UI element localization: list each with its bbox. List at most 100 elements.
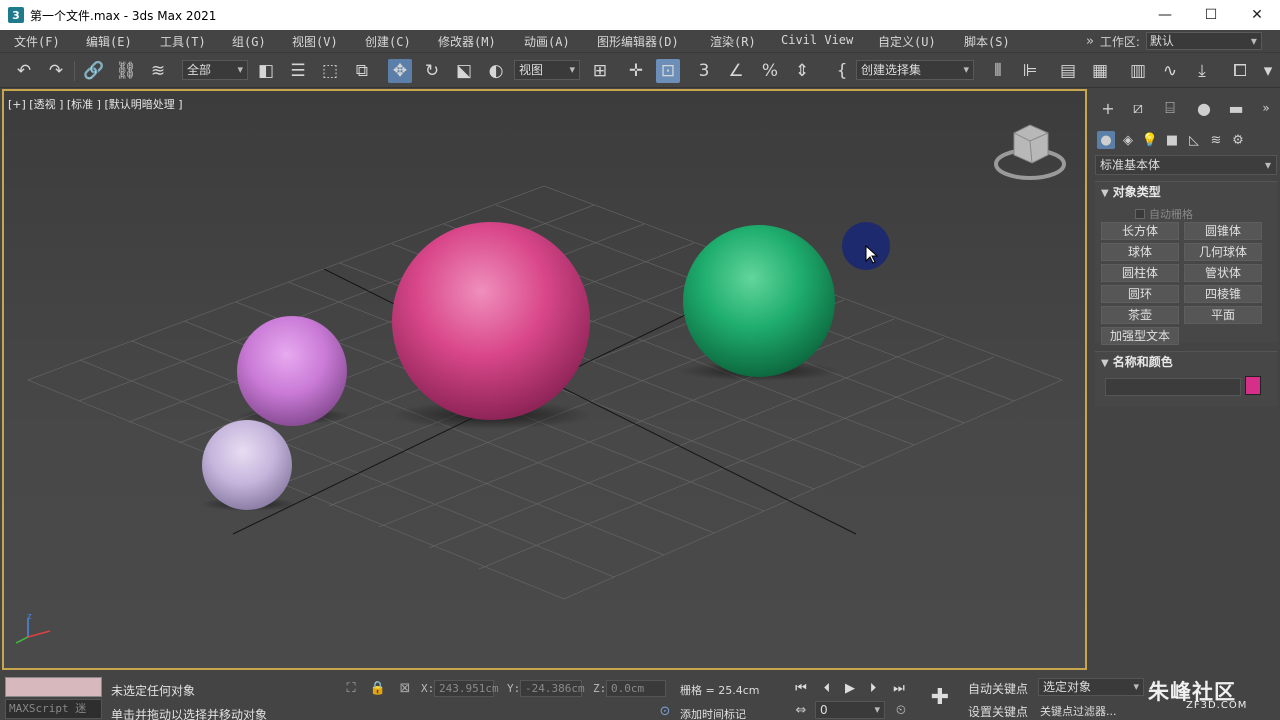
systems-icon[interactable]: ⚙	[1229, 131, 1247, 149]
select-manipulate-icon[interactable]: ✛	[624, 59, 648, 83]
shapes-icon[interactable]: ◈	[1119, 131, 1137, 149]
window-crossing-icon[interactable]: ⧉	[350, 59, 374, 83]
time-config-icon[interactable]: ⏲	[892, 701, 910, 719]
select-and-place-icon[interactable]: ◐	[484, 59, 508, 83]
named-selection-edit-icon[interactable]: {	[830, 59, 854, 83]
menu-tools[interactable]: 工具(T)	[160, 33, 206, 50]
lights-icon[interactable]: 💡	[1141, 131, 1159, 149]
select-by-name-icon[interactable]: ☰	[286, 59, 310, 83]
cone-button[interactable]: 圆锥体	[1184, 222, 1262, 240]
tube-button[interactable]: 管状体	[1184, 264, 1262, 282]
menu-animation[interactable]: 动画(A)	[524, 33, 570, 50]
sphere-button[interactable]: 球体	[1101, 243, 1179, 261]
viewport-label[interactable]: [+] [透视 ] [标准 ] [默认明暗处理 ]	[8, 96, 183, 112]
align-icon[interactable]: ⊫	[1018, 59, 1042, 83]
auto-key-button[interactable]: 自动关键点	[968, 680, 1028, 697]
next-frame-icon[interactable]: ⏵	[864, 679, 882, 697]
set-key-button[interactable]: 设置关键点	[968, 703, 1028, 720]
sphere-green[interactable]	[683, 225, 835, 377]
geometry-icon[interactable]: ●	[1097, 131, 1115, 149]
y-coordinate-field[interactable]: -24.386cm	[520, 680, 585, 697]
add-time-tag[interactable]: 添加时间标记	[680, 706, 746, 720]
x-coordinate-field[interactable]: 243.951cm	[434, 680, 499, 697]
current-frame-spinner[interactable]: 0	[815, 701, 885, 719]
object-name-field[interactable]	[1105, 378, 1241, 396]
perspective-viewport[interactable]: z [+] [透视 ] [标准 ] [默认明暗处理 ]	[2, 89, 1087, 670]
selection-set-dropdown[interactable]: 选定对象	[1038, 678, 1144, 696]
curve-editor-icon[interactable]: ∿	[1158, 59, 1182, 83]
rect-selection-region-icon[interactable]: ⬚	[318, 59, 342, 83]
helpers-icon[interactable]: ◺	[1185, 131, 1203, 149]
menu-edit[interactable]: 编辑(E)	[86, 33, 132, 50]
hierarchy-tab-icon[interactable]: ⌸	[1159, 97, 1181, 119]
maxscript-listener-output[interactable]	[5, 677, 102, 697]
pyramid-button[interactable]: 四棱锥	[1184, 285, 1262, 303]
pivot-center-icon[interactable]: ⊞	[588, 59, 612, 83]
sphere-lavender[interactable]	[202, 420, 292, 510]
panel-overflow-icon[interactable]: »	[1255, 97, 1277, 119]
cameras-icon[interactable]: ■	[1163, 131, 1181, 149]
menu-create[interactable]: 创建(C)	[365, 33, 411, 50]
viewcube-icon[interactable]	[994, 124, 1066, 180]
percent-snap-icon[interactable]: %	[758, 59, 782, 83]
spinner-snap-icon[interactable]: ⇕	[790, 59, 814, 83]
menu-rendering[interactable]: 渲染(R)	[710, 33, 756, 50]
select-and-rotate-icon[interactable]: ↻	[420, 59, 444, 83]
menu-graph-editors[interactable]: 图形编辑器(D)	[597, 33, 679, 50]
motion-tab-icon[interactable]: ●	[1193, 97, 1215, 119]
maxscript-mini-listener[interactable]: MAXScript 迷	[5, 699, 102, 719]
selection-lock-icon[interactable]: 🔒	[369, 679, 387, 697]
plane-button[interactable]: 平面	[1184, 306, 1262, 324]
snaps-toggle-icon[interactable]: 3	[692, 59, 716, 83]
menu-modifiers[interactable]: 修改器(M)	[438, 33, 496, 50]
undo-icon[interactable]: ↶	[12, 59, 36, 83]
menu-group[interactable]: 组(G)	[232, 33, 266, 50]
scene-explorer-icon[interactable]: ▤	[1056, 59, 1080, 83]
go-to-end-icon[interactable]: ⏭	[890, 679, 908, 697]
angle-snap-icon[interactable]: ∠	[724, 59, 748, 83]
schematic-view-icon[interactable]: ⤓	[1190, 59, 1214, 83]
ribbon-toggle-icon[interactable]: ▥	[1126, 59, 1150, 83]
object-color-swatch[interactable]	[1245, 376, 1261, 395]
text-plus-button[interactable]: 加强型文本	[1101, 327, 1179, 345]
play-icon[interactable]: ▶	[841, 679, 859, 697]
geosphere-button[interactable]: 几何球体	[1184, 243, 1262, 261]
absolute-mode-icon[interactable]: ⊠	[396, 679, 414, 697]
bind-space-warp-icon[interactable]: ≋	[146, 59, 170, 83]
teapot-button[interactable]: 茶壶	[1101, 306, 1179, 324]
mirror-icon[interactable]: ⫴	[986, 59, 1010, 83]
primitive-category-dropdown[interactable]: 标准基本体	[1095, 155, 1277, 175]
workspace-dropdown[interactable]: 默认	[1145, 32, 1262, 50]
create-tab-icon[interactable]: +	[1097, 97, 1119, 119]
isolate-selection-icon[interactable]: ⛶	[342, 679, 360, 697]
link-icon[interactable]: 🔗	[82, 59, 106, 83]
torus-button[interactable]: 圆环	[1101, 285, 1179, 303]
selection-filter-dropdown[interactable]: 全部	[182, 60, 248, 80]
select-and-move-icon[interactable]: ✥	[388, 59, 412, 83]
sphere-violet[interactable]	[237, 316, 347, 426]
material-editor-icon[interactable]: ⧠	[1228, 59, 1252, 83]
key-filters-button[interactable]: 关键点过滤器...	[1040, 703, 1117, 719]
keyboard-shortcut-override-icon[interactable]: ⊡	[656, 59, 680, 83]
select-object-icon[interactable]: ◧	[254, 59, 278, 83]
close-button[interactable]: ✕	[1234, 0, 1280, 30]
unlink-icon[interactable]: ⛓	[114, 59, 138, 83]
z-coordinate-field[interactable]: 0.0cm	[606, 680, 666, 697]
previous-frame-icon[interactable]: ⏴	[818, 679, 836, 697]
ref-coord-system-dropdown[interactable]: 视图	[514, 60, 580, 80]
cylinder-button[interactable]: 圆柱体	[1101, 264, 1179, 282]
minimize-button[interactable]: —	[1142, 0, 1188, 30]
menu-views[interactable]: 视图(V)	[292, 33, 338, 50]
maximize-button[interactable]: ☐	[1188, 0, 1234, 30]
go-to-start-icon[interactable]: ⏮	[792, 679, 810, 697]
menu-overflow-icon[interactable]: »	[1086, 34, 1094, 49]
menu-scripting[interactable]: 脚本(S)	[964, 33, 1010, 50]
box-button[interactable]: 长方体	[1101, 222, 1179, 240]
redo-icon[interactable]: ↷	[44, 59, 68, 83]
modify-tab-icon[interactable]: ⧄	[1127, 97, 1149, 119]
toolbar-overflow-icon[interactable]: ▾	[1258, 59, 1278, 83]
layer-explorer-icon[interactable]: ▦	[1088, 59, 1112, 83]
display-tab-icon[interactable]: ▬	[1225, 97, 1247, 119]
menu-civil-view[interactable]: Civil View	[781, 33, 853, 47]
set-key-icon[interactable]: ✚	[928, 685, 952, 710]
